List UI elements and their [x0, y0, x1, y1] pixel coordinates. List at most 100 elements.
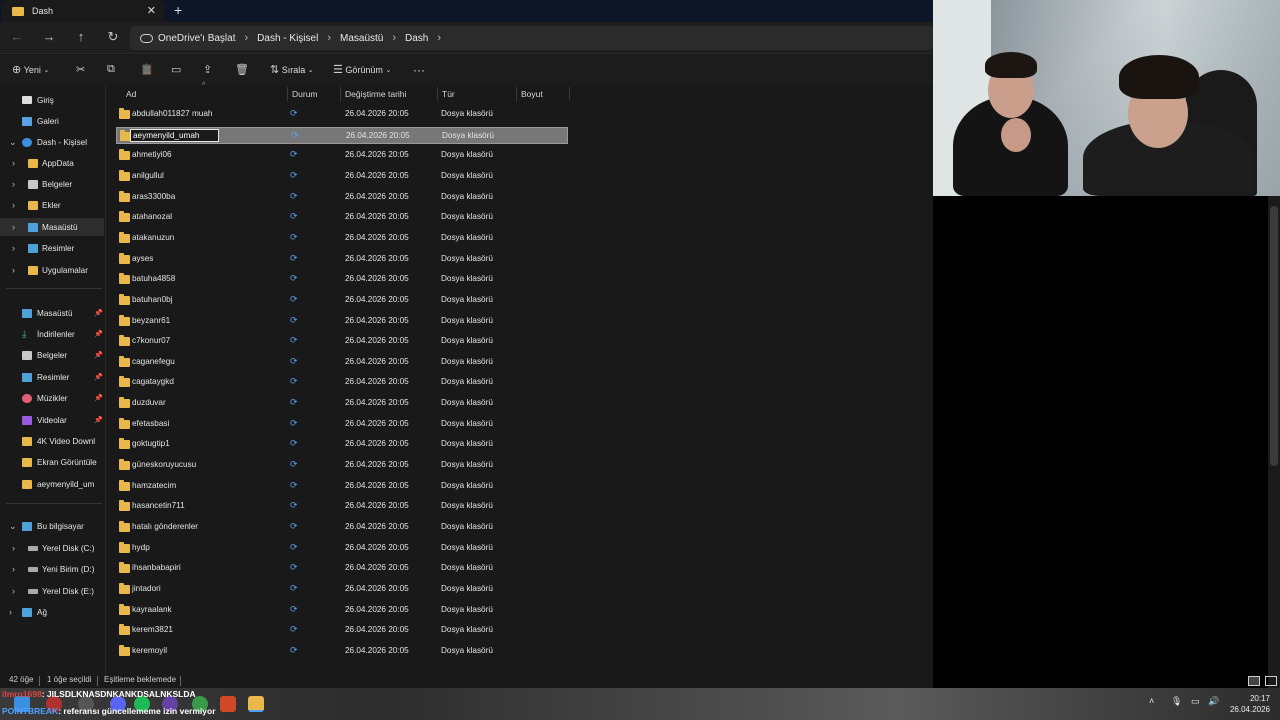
- file-row[interactable]: güneskoruyucusu ⟳ 26.04.2026 20:05 Dosya kl…: [116, 457, 568, 474]
- column-divider[interactable]: [516, 87, 517, 101]
- column-modified[interactable]: Değiştirme tarihi: [345, 89, 406, 99]
- scrollbar-thumb[interactable]: [1270, 206, 1278, 466]
- close-tab-icon[interactable]: ✕: [147, 4, 156, 17]
- file-row[interactable]: batuhan0bj ⟳ 26.04.2026 20:05 Dosya klasörü: [116, 292, 568, 309]
- file-row[interactable]: atahanozal ⟳ 26.04.2026 20:05 Dosya klasörü: [116, 209, 568, 226]
- file-row[interactable]: beyzanr61 ⟳ 26.04.2026 20:05 Dosya klasörü: [116, 313, 568, 330]
- chevron-right-icon[interactable]: ›: [12, 243, 15, 253]
- up-icon[interactable]: ↑: [72, 28, 90, 46]
- system-clock[interactable]: 20:17 26.04.2026: [1226, 693, 1270, 715]
- file-row[interactable]: goktugtip1 ⟳ 26.04.2026 20:05 Dosya klasörü: [116, 436, 568, 453]
- chevron-right-icon[interactable]: ›: [12, 179, 15, 189]
- file-row[interactable]: caganefegu ⟳ 26.04.2026 20:05 Dosya klasörü: [116, 354, 568, 371]
- file-row[interactable]: duzduvar ⟳ 26.04.2026 20:05 Dosya klasörü: [116, 395, 568, 412]
- back-icon[interactable]: ←: [8, 28, 26, 46]
- delete-icon[interactable]: 🗑: [235, 63, 249, 76]
- file-row[interactable]: ayses ⟳ 26.04.2026 20:05 Dosya klasörü: [116, 251, 568, 268]
- quick-access-ekran-goruntuleri[interactable]: Ekran Görüntüle: [0, 453, 104, 471]
- chevron-right-icon[interactable]: ›: [12, 564, 15, 574]
- new-button[interactable]: ⊕ Yeni ⌄: [12, 63, 49, 76]
- file-row[interactable]: jintadori ⟳ 26.04.2026 20:05 Dosya klasörü: [116, 581, 568, 598]
- file-row[interactable]: hasancetin711 ⟳ 26.04.2026 20:05 Dosya klas…: [116, 498, 568, 515]
- copy-icon[interactable]: ⧉: [107, 63, 115, 76]
- sidebar-item-uygulamalar[interactable]: › Uygulamalar: [0, 261, 104, 279]
- breadcrumb-item[interactable]: OneDrive'ı Başlat ›: [158, 32, 257, 44]
- file-row[interactable]: hatalı gönderenler ⟳ 26.04.2026 20:05 Dosya…: [116, 519, 568, 536]
- new-tab-button[interactable]: +: [174, 2, 182, 18]
- column-divider[interactable]: [340, 87, 341, 101]
- sidebar-item-home[interactable]: Giriş: [0, 91, 104, 109]
- sidebar-item-onedrive[interactable]: ⌄ Dash - Kişisel: [0, 133, 104, 151]
- sidebar-item-drive-c[interactable]: › Yerel Disk (C:): [0, 539, 104, 557]
- column-size[interactable]: Boyut: [521, 89, 543, 99]
- sidebar-item-drive-d[interactable]: › Yeni Birim (D:): [0, 560, 104, 578]
- file-explorer-taskbar-icon[interactable]: [248, 696, 264, 712]
- view-button[interactable]: ☰ Görünüm ⌄: [333, 63, 391, 76]
- file-row[interactable]: hydp ⟳ 26.04.2026 20:05 Dosya klasörü: [116, 540, 568, 557]
- scrollbar[interactable]: [1268, 196, 1280, 688]
- quick-access-muzikler[interactable]: Müzikler 📌: [0, 389, 104, 407]
- chevron-down-icon[interactable]: ⌄: [9, 137, 17, 148]
- sidebar-item-network[interactable]: › Ağ: [0, 603, 104, 621]
- quick-access-resimler[interactable]: Resimler 📌: [0, 368, 104, 386]
- file-row[interactable]: batuha4858 ⟳ 26.04.2026 20:05 Dosya klasörü: [116, 271, 568, 288]
- address-bar[interactable]: OneDrive'ı Başlat › Dash - Kişisel › Masaü…: [130, 26, 933, 50]
- chevron-right-icon[interactable]: ›: [12, 222, 15, 232]
- rename-input[interactable]: aeymenyild_umah: [130, 128, 219, 142]
- refresh-icon[interactable]: ↻: [104, 28, 122, 46]
- file-row[interactable]: aeymenyild_umah ⟳ 26.04.2026 20:05 Dosya kl…: [116, 126, 568, 144]
- file-row[interactable]: efetasbasi ⟳ 26.04.2026 20:05 Dosya klasörü: [116, 416, 568, 433]
- column-divider[interactable]: [287, 87, 288, 101]
- chevron-right-icon[interactable]: ›: [12, 586, 15, 596]
- quick-access-videolar[interactable]: Videolar 📌: [0, 411, 104, 429]
- quick-access-4k-video[interactable]: 4K Video Downl: [0, 432, 104, 450]
- chevron-right-icon[interactable]: ›: [12, 543, 15, 553]
- sidebar-item-resimler[interactable]: › Resimler: [0, 239, 104, 257]
- tab-dash[interactable]: Dash ✕: [2, 0, 164, 22]
- file-row[interactable]: ahmetiyi06 ⟳ 26.04.2026 20:05 Dosya klasörü: [116, 147, 568, 164]
- sort-button[interactable]: ⇅ Sırala ⌄: [270, 63, 314, 76]
- quick-access-aeymenyild[interactable]: aeymenyild_um: [0, 475, 104, 493]
- sidebar-item-ekler[interactable]: › Ekler: [0, 196, 104, 214]
- sidebar-item-belgeler[interactable]: › Belgeler: [0, 175, 104, 193]
- rename-icon[interactable]: ▭: [171, 63, 181, 76]
- quick-access-indirilenler[interactable]: ⤓ İndirilenler 📌: [0, 325, 104, 343]
- cut-icon[interactable]: ✂: [76, 63, 85, 76]
- tiles-view-icon[interactable]: [1265, 676, 1277, 686]
- column-divider[interactable]: [569, 87, 570, 101]
- column-status[interactable]: Durum: [292, 89, 318, 99]
- sidebar-item-gallery[interactable]: Galeri: [0, 112, 104, 130]
- forward-icon[interactable]: →: [40, 28, 58, 46]
- column-type[interactable]: Tür: [442, 89, 455, 99]
- sidebar-item-masaustu[interactable]: › Masaüstü: [0, 218, 104, 236]
- paste-icon[interactable]: 📋: [140, 63, 154, 76]
- file-row[interactable]: atakanuzun ⟳ 26.04.2026 20:05 Dosya klasörü: [116, 230, 568, 247]
- column-name[interactable]: Ad: [126, 89, 136, 99]
- sidebar-item-drive-e[interactable]: › Yerel Disk (E:): [0, 582, 104, 600]
- more-options-icon[interactable]: ···: [413, 63, 425, 77]
- breadcrumb-item[interactable]: Dash ›: [405, 32, 450, 44]
- file-row[interactable]: aras3300ba ⟳ 26.04.2026 20:05 Dosya klasörü: [116, 189, 568, 206]
- breadcrumb-item[interactable]: Masaüstü ›: [340, 32, 405, 44]
- file-row[interactable]: ihsanbabapiri ⟳ 26.04.2026 20:05 Dosya klas…: [116, 560, 568, 577]
- sidebar-item-this-pc[interactable]: ⌄ Bu bilgisayar: [0, 517, 104, 535]
- quick-access-belgeler[interactable]: Belgeler 📌: [0, 346, 104, 364]
- file-row[interactable]: abdullah011827 muah ⟳ 26.04.2026 20:05 Dosy…: [116, 106, 568, 123]
- sidebar-item-appdata[interactable]: › AppData: [0, 154, 104, 172]
- column-divider[interactable]: [437, 87, 438, 101]
- chevron-right-icon[interactable]: ›: [12, 158, 15, 168]
- file-row[interactable]: kerem3821 ⟳ 26.04.2026 20:05 Dosya klasörü: [116, 622, 568, 639]
- chevron-up-icon[interactable]: ˄: [1149, 696, 1154, 706]
- volume-icon[interactable]: 🔊: [1208, 696, 1219, 707]
- file-row[interactable]: keremoyil ⟳ 26.04.2026 20:05 Dosya klasörü: [116, 643, 568, 660]
- file-row[interactable]: c7konur07 ⟳ 26.04.2026 20:05 Dosya klasörü: [116, 333, 568, 350]
- microphone-icon[interactable]: 🎙: [1171, 696, 1182, 707]
- details-view-icon[interactable]: [1248, 676, 1260, 686]
- file-row[interactable]: cagataygkd ⟳ 26.04.2026 20:05 Dosya klasörü: [116, 374, 568, 391]
- breadcrumb-item[interactable]: Dash - Kişisel ›: [257, 32, 340, 44]
- chevron-right-icon[interactable]: ›: [9, 607, 12, 617]
- chevron-down-icon[interactable]: ⌄: [9, 521, 17, 532]
- file-row[interactable]: anilgullul ⟳ 26.04.2026 20:05 Dosya klasörü: [116, 168, 568, 185]
- file-row[interactable]: kayraalank ⟳ 26.04.2026 20:05 Dosya klasörü: [116, 602, 568, 619]
- share-icon[interactable]: ⇪: [203, 63, 212, 76]
